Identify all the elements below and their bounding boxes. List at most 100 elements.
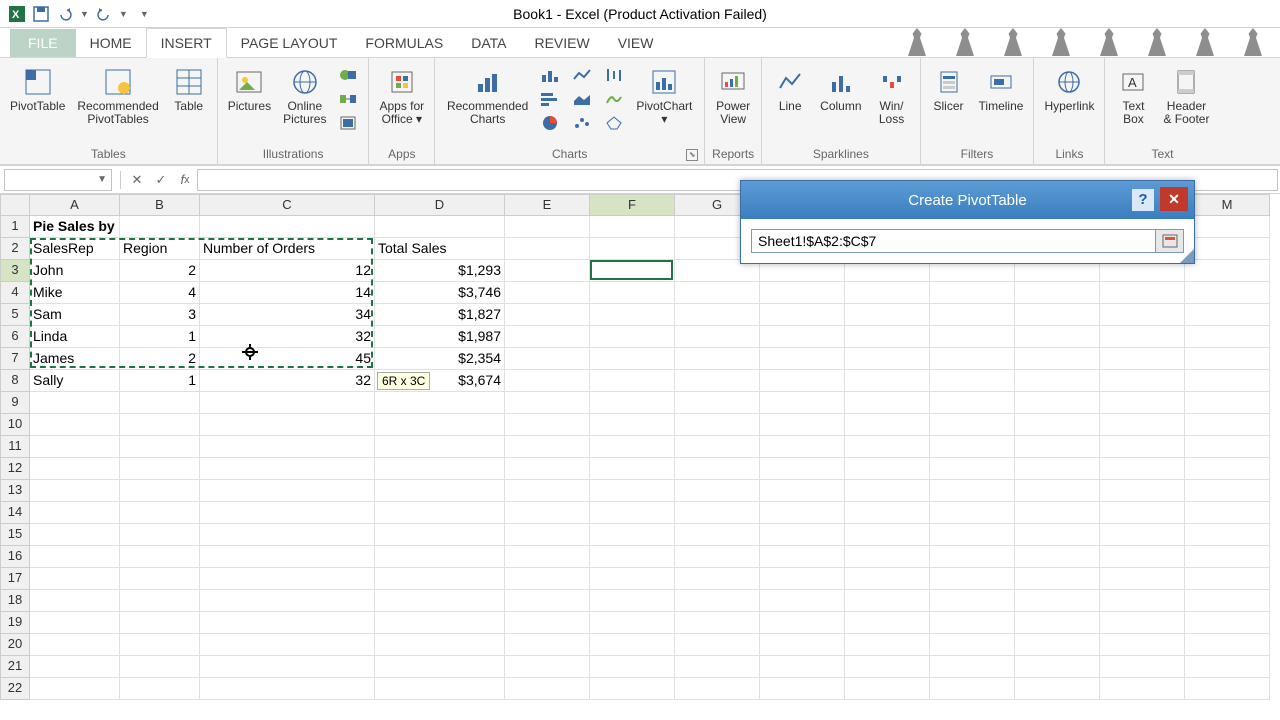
dialog-close-button[interactable]: ✕ bbox=[1160, 187, 1188, 211]
cell-B5[interactable]: 3 bbox=[120, 304, 200, 326]
cell-K5[interactable] bbox=[1015, 304, 1100, 326]
cell-M12[interactable] bbox=[1185, 458, 1270, 480]
tab-data[interactable]: DATA bbox=[457, 29, 520, 57]
cell-B21[interactable] bbox=[120, 656, 200, 678]
cell-G15[interactable] bbox=[675, 524, 760, 546]
cell-I8[interactable] bbox=[845, 370, 930, 392]
name-box[interactable]: ▼ bbox=[4, 169, 112, 191]
cell-K14[interactable] bbox=[1015, 502, 1100, 524]
row-header-22[interactable]: 22 bbox=[0, 678, 30, 700]
cell-M9[interactable] bbox=[1185, 392, 1270, 414]
cell-A2[interactable]: SalesRep bbox=[30, 238, 120, 260]
slicer-button[interactable]: Slicer bbox=[927, 64, 971, 115]
cell-K11[interactable] bbox=[1015, 436, 1100, 458]
cell-A16[interactable] bbox=[30, 546, 120, 568]
cell-D13[interactable] bbox=[375, 480, 505, 502]
row-header-1[interactable]: 1 bbox=[0, 216, 30, 238]
cell-M7[interactable] bbox=[1185, 348, 1270, 370]
cell-J4[interactable] bbox=[930, 282, 1015, 304]
cell-B2[interactable]: Region bbox=[120, 238, 200, 260]
cell-K22[interactable] bbox=[1015, 678, 1100, 700]
cell-M3[interactable] bbox=[1185, 260, 1270, 282]
cell-A19[interactable] bbox=[30, 612, 120, 634]
dialog-titlebar[interactable]: Create PivotTable ? ✕ bbox=[741, 181, 1194, 219]
cell-F3[interactable] bbox=[590, 260, 675, 282]
cell-F16[interactable] bbox=[590, 546, 675, 568]
cell-M17[interactable] bbox=[1185, 568, 1270, 590]
cell-F2[interactable] bbox=[590, 238, 675, 260]
row-header-20[interactable]: 20 bbox=[0, 634, 30, 656]
cell-M5[interactable] bbox=[1185, 304, 1270, 326]
cell-I10[interactable] bbox=[845, 414, 930, 436]
cell-C9[interactable] bbox=[200, 392, 375, 414]
cell-F4[interactable] bbox=[590, 282, 675, 304]
apps-button[interactable]: Apps for Office ▾ bbox=[375, 64, 428, 128]
cell-G13[interactable] bbox=[675, 480, 760, 502]
cell-C16[interactable] bbox=[200, 546, 375, 568]
cell-D10[interactable] bbox=[375, 414, 505, 436]
cell-B14[interactable] bbox=[120, 502, 200, 524]
cell-K9[interactable] bbox=[1015, 392, 1100, 414]
undo-icon[interactable] bbox=[56, 5, 74, 23]
cell-C11[interactable] bbox=[200, 436, 375, 458]
cell-J5[interactable] bbox=[930, 304, 1015, 326]
cell-G20[interactable] bbox=[675, 634, 760, 656]
cell-I18[interactable] bbox=[845, 590, 930, 612]
cell-A22[interactable] bbox=[30, 678, 120, 700]
cell-I21[interactable] bbox=[845, 656, 930, 678]
cell-K18[interactable] bbox=[1015, 590, 1100, 612]
cell-G9[interactable] bbox=[675, 392, 760, 414]
cell-G16[interactable] bbox=[675, 546, 760, 568]
cell-C2[interactable]: Number of Orders bbox=[200, 238, 375, 260]
cell-J19[interactable] bbox=[930, 612, 1015, 634]
cell-K13[interactable] bbox=[1015, 480, 1100, 502]
cell-J15[interactable] bbox=[930, 524, 1015, 546]
row-header-17[interactable]: 17 bbox=[0, 568, 30, 590]
cell-L11[interactable] bbox=[1100, 436, 1185, 458]
cell-M20[interactable] bbox=[1185, 634, 1270, 656]
pivottable-button[interactable]: PivotTable bbox=[6, 64, 69, 115]
cell-C8[interactable]: 32 bbox=[200, 370, 375, 392]
cell-H7[interactable] bbox=[760, 348, 845, 370]
cell-B22[interactable] bbox=[120, 678, 200, 700]
cell-M2[interactable] bbox=[1185, 238, 1270, 260]
save-icon[interactable] bbox=[32, 5, 50, 23]
cell-H21[interactable] bbox=[760, 656, 845, 678]
cell-D4[interactable]: $3,746 bbox=[375, 282, 505, 304]
cell-M18[interactable] bbox=[1185, 590, 1270, 612]
undo-dropdown[interactable]: ▼ bbox=[80, 9, 89, 19]
cell-E5[interactable] bbox=[505, 304, 590, 326]
cell-I7[interactable] bbox=[845, 348, 930, 370]
cell-B8[interactable]: 1 bbox=[120, 370, 200, 392]
cell-L12[interactable] bbox=[1100, 458, 1185, 480]
cell-E6[interactable] bbox=[505, 326, 590, 348]
cell-H11[interactable] bbox=[760, 436, 845, 458]
cell-D17[interactable] bbox=[375, 568, 505, 590]
cell-J18[interactable] bbox=[930, 590, 1015, 612]
cell-E11[interactable] bbox=[505, 436, 590, 458]
spark-wl-button[interactable]: Win/ Loss bbox=[870, 64, 914, 128]
online-pictures-button[interactable]: Online Pictures bbox=[279, 64, 330, 128]
cell-E9[interactable] bbox=[505, 392, 590, 414]
cell-G22[interactable] bbox=[675, 678, 760, 700]
radar-chart-icon[interactable] bbox=[600, 112, 628, 134]
row-header-11[interactable]: 11 bbox=[0, 436, 30, 458]
cell-I4[interactable] bbox=[845, 282, 930, 304]
cell-I17[interactable] bbox=[845, 568, 930, 590]
cell-I11[interactable] bbox=[845, 436, 930, 458]
pie-chart-icon[interactable] bbox=[536, 112, 564, 134]
cell-D5[interactable]: $1,827 bbox=[375, 304, 505, 326]
cell-C5[interactable]: 34 bbox=[200, 304, 375, 326]
cell-K16[interactable] bbox=[1015, 546, 1100, 568]
cell-C21[interactable] bbox=[200, 656, 375, 678]
cell-J16[interactable] bbox=[930, 546, 1015, 568]
cell-I6[interactable] bbox=[845, 326, 930, 348]
enter-icon[interactable]: ✓ bbox=[149, 169, 173, 191]
cell-C4[interactable]: 14 bbox=[200, 282, 375, 304]
spark-line-button[interactable]: Line bbox=[768, 64, 812, 115]
cell-H8[interactable] bbox=[760, 370, 845, 392]
row-header-16[interactable]: 16 bbox=[0, 546, 30, 568]
cell-J8[interactable] bbox=[930, 370, 1015, 392]
cell-M15[interactable] bbox=[1185, 524, 1270, 546]
cell-A6[interactable]: Linda bbox=[30, 326, 120, 348]
